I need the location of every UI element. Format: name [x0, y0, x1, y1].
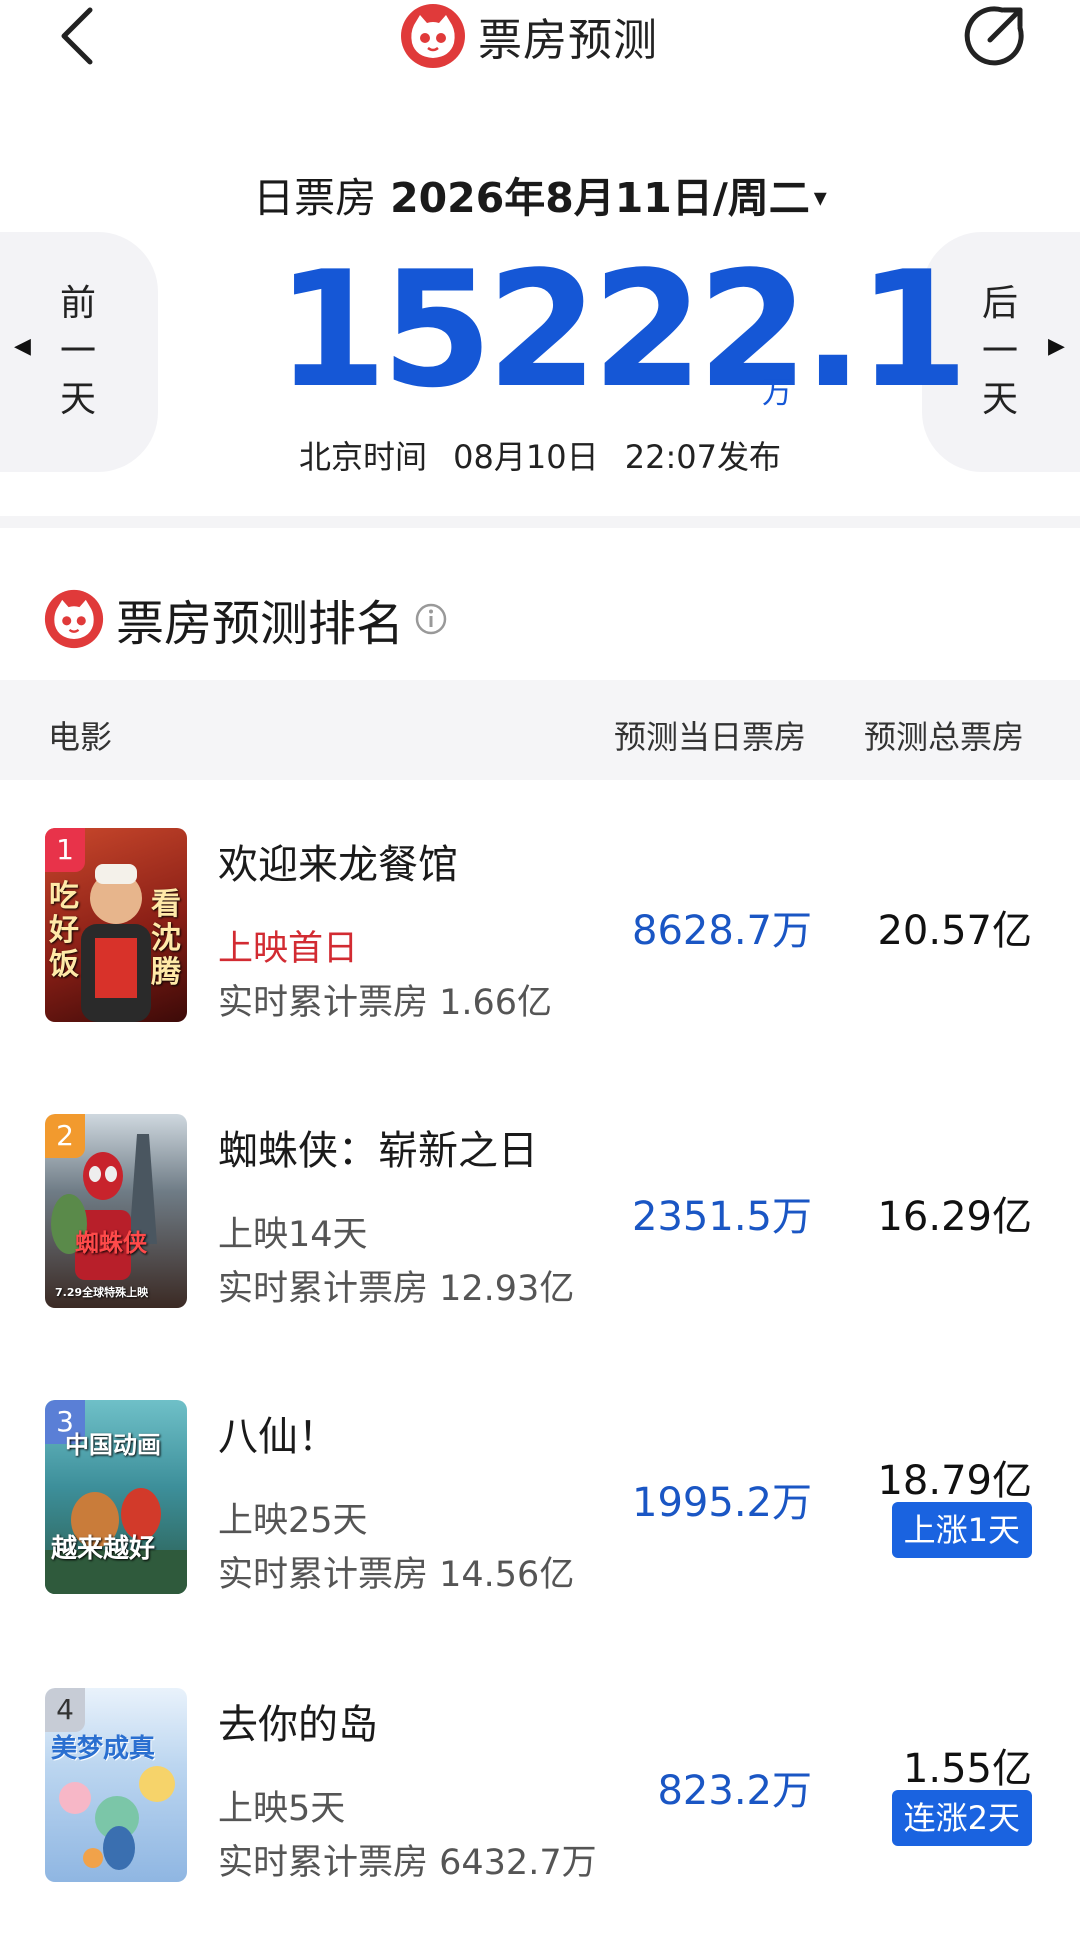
header-title-group: 票房预测 — [400, 4, 658, 68]
top-bar: 票房预测 — [0, 0, 1080, 80]
maoyan-cat-logo-icon — [401, 4, 465, 68]
rank-badge: 1 — [45, 828, 85, 872]
publish-info: 北京时间 08月10日 22:07发布 — [0, 432, 1080, 478]
predicted-total-box-office: 18.79亿 — [877, 1458, 1032, 1504]
poster-tagline-right: 7.29全球特殊上映 — [55, 1286, 149, 1299]
poster-tagline-right: 看沈腾 — [151, 887, 181, 990]
movie-row-1[interactable]: 1 吃好饭 看沈腾 欢迎来龙餐馆 上映首日 实时累计票房 1.66亿 8628.… — [0, 828, 1080, 1048]
movie-title: 欢迎来龙餐馆 — [218, 842, 458, 888]
rank-badge: 2 — [45, 1114, 85, 1158]
date-kind-label: 日票房 — [253, 174, 377, 222]
predicted-today-box-office: 2351.5万 — [632, 1194, 812, 1240]
predicted-total-box-office: 1.55亿 — [902, 1746, 1032, 1792]
trend-badge: 上涨1天 — [891, 1502, 1032, 1558]
poster-tagline-left: 蜘蛛侠 — [75, 1229, 147, 1257]
poster-tagline-left: 中国动画 — [65, 1431, 161, 1459]
predicted-today-box-office: 1995.2万 — [632, 1480, 812, 1526]
share-icon[interactable] — [962, 2, 1028, 68]
publish-timezone: 北京时间 — [298, 438, 427, 476]
column-header-movie: 电影 — [48, 718, 113, 756]
movie-cumulative-box-office: 实时累计票房 1.66亿 — [218, 983, 553, 1023]
selected-date[interactable]: 2026年8月11日/周二 — [390, 174, 810, 222]
movie-release-status: 上映首日 — [218, 929, 359, 969]
poster-tagline-left: 吃好饭 — [49, 879, 79, 982]
movie-release-status: 上映14天 — [218, 1215, 368, 1255]
predicted-today-box-office: 8628.7万 — [632, 908, 812, 954]
next-day-label: 后一天 — [981, 283, 1018, 420]
ranking-header: 票房预测排名 — [44, 586, 448, 652]
maoyan-cat-logo-icon — [44, 589, 104, 649]
movie-poster[interactable]: 4 美梦成真 — [45, 1688, 187, 1882]
column-header-today[interactable]: 预测当日票房 — [614, 712, 806, 758]
daily-box-office-unit: 万 — [762, 376, 792, 411]
publish-date: 08月10日 — [453, 438, 599, 476]
movie-release-status: 上映25天 — [218, 1501, 368, 1541]
movie-title: 去你的岛 — [218, 1702, 378, 1748]
rank-badge: 4 — [45, 1688, 85, 1732]
poster-tagline-left: 美梦成真 — [51, 1734, 156, 1764]
predicted-today-box-office: 823.2万 — [657, 1768, 812, 1814]
movie-row-3[interactable]: 3 中国动画 越来越好 八仙！ 上映25天 实时累计票房 14.56亿 1995… — [0, 1400, 1080, 1620]
page-title: 票房预测 — [478, 15, 658, 66]
movie-row-4[interactable]: 4 美梦成真 去你的岛 上映5天 实时累计票房 6432.7万 823.2万 1… — [0, 1688, 1080, 1908]
back-arrow-icon[interactable] — [50, 2, 110, 72]
dropdown-caret-icon[interactable]: ▾ — [814, 183, 827, 213]
left-triangle-icon: ◀ — [14, 334, 31, 359]
info-icon[interactable] — [414, 602, 448, 636]
movie-cumulative-box-office: 实时累计票房 14.56亿 — [218, 1555, 575, 1595]
section-divider — [0, 516, 1080, 528]
table-header: 电影 预测当日票房 预测总票房 — [0, 680, 1080, 780]
movie-poster[interactable]: 2 蜘蛛侠 7.29全球特殊上映 — [45, 1114, 187, 1308]
trend-badge: 连涨2天 — [891, 1790, 1032, 1846]
date-selector[interactable]: 日票房 2026年8月11日/周二 ▾ — [0, 164, 1080, 224]
poster-tagline-right: 越来越好 — [51, 1534, 156, 1564]
publish-time: 22:07发布 — [624, 438, 782, 476]
movie-cumulative-box-office: 实时累计票房 6432.7万 — [218, 1843, 597, 1883]
predicted-total-box-office: 16.29亿 — [877, 1194, 1032, 1240]
daily-box-office-total: 15222.1 — [276, 236, 969, 423]
movie-release-status: 上映5天 — [218, 1789, 346, 1829]
movie-cumulative-box-office: 实时累计票房 12.93亿 — [218, 1269, 575, 1309]
movie-title: 蜘蛛侠：崭新之日 — [218, 1128, 538, 1174]
movie-row-2[interactable]: 2 蜘蛛侠 7.29全球特殊上映 蜘蛛侠：崭新之日 上映14天 实时累计票房 1… — [0, 1114, 1080, 1334]
ranking-title: 票房预测排名 — [116, 596, 405, 652]
right-triangle-icon: ▶ — [1048, 334, 1065, 359]
movie-poster[interactable]: 1 吃好饭 看沈腾 — [45, 828, 187, 1022]
movie-title: 八仙！ — [218, 1414, 338, 1460]
predicted-total-box-office: 20.57亿 — [877, 908, 1032, 954]
prev-day-label: 前一天 — [59, 283, 96, 420]
movie-poster[interactable]: 3 中国动画 越来越好 — [45, 1400, 187, 1594]
column-header-total[interactable]: 预测总票房 — [864, 712, 1024, 758]
